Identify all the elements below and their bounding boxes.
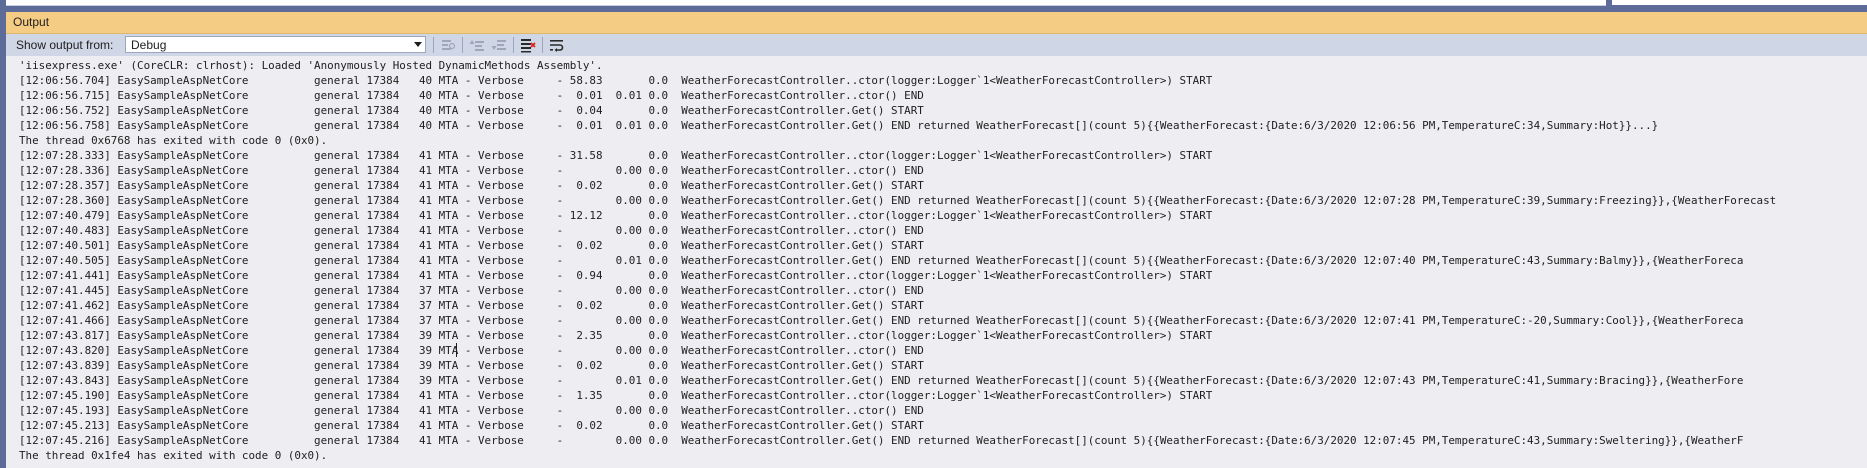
- log-line: [12:06:56.715] EasySampleAspNetCore gene…: [19, 89, 924, 102]
- log-line: 'iisexpress.exe' (CoreCLR: clrhost): Loa…: [19, 59, 603, 72]
- clear-all-icon: [521, 39, 536, 53]
- log-line: [12:07:40.505] EasySampleAspNetCore gene…: [19, 254, 1744, 267]
- toolbar-separator: [542, 37, 543, 53]
- log-line: The thread 0x6768 has exited with code 0…: [19, 134, 328, 147]
- log-line: [12:07:28.333] EasySampleAspNetCore gene…: [19, 149, 1213, 162]
- output-panel-title: Output: [13, 15, 50, 29]
- output-source-value: Debug: [131, 38, 167, 52]
- chevron-down-icon: [414, 42, 422, 47]
- log-line: [12:06:56.758] EasySampleAspNetCore gene…: [19, 119, 1659, 132]
- log-line: [12:06:56.704] EasySampleAspNetCore gene…: [19, 74, 1213, 87]
- log-line: [12:07:41.466] EasySampleAspNetCore gene…: [19, 314, 1744, 327]
- log-line: [12:07:41.462] EasySampleAspNetCore gene…: [19, 299, 924, 312]
- output-panel: Output Show output from: Debug 'iisexpre…: [6, 12, 1867, 468]
- toolbar-separator: [433, 37, 434, 53]
- log-line: [12:07:40.483] EasySampleAspNetCore gene…: [19, 224, 924, 237]
- output-source-dropdown[interactable]: Debug: [125, 36, 426, 53]
- log-line: [12:07:43.839] EasySampleAspNetCore gene…: [19, 359, 924, 372]
- output-log[interactable]: 'iisexpress.exe' (CoreCLR: clrhost): Loa…: [6, 57, 1867, 468]
- log-line: [12:07:41.441] EasySampleAspNetCore gene…: [19, 269, 1213, 282]
- go-previous-button[interactable]: [467, 36, 487, 54]
- log-line: [12:07:43.817] EasySampleAspNetCore gene…: [19, 329, 1213, 342]
- toolbar-separator: [462, 37, 463, 53]
- clear-all-button[interactable]: [518, 36, 538, 54]
- go-next-button[interactable]: [489, 36, 509, 54]
- ide-window: Output Show output from: Debug 'iisexpre…: [0, 0, 1867, 468]
- log-line: [12:07:28.336] EasySampleAspNetCore gene…: [19, 164, 924, 177]
- output-panel-title-bar[interactable]: Output: [6, 12, 1867, 34]
- show-output-from-label: Show output from:: [16, 38, 114, 52]
- toggle-word-wrap-button[interactable]: [547, 36, 567, 54]
- log-line: [12:07:45.216] EasySampleAspNetCore gene…: [19, 434, 1744, 447]
- go-previous-icon: [469, 40, 484, 51]
- go-next-icon: [491, 40, 506, 50]
- log-line: [12:07:28.357] EasySampleAspNetCore gene…: [19, 179, 924, 192]
- log-line: [12:07:41.445] EasySampleAspNetCore gene…: [19, 284, 924, 297]
- editor-top-strip: [0, 0, 1867, 10]
- log-line: [12:07:45.193] EasySampleAspNetCore gene…: [19, 404, 924, 417]
- log-line: The thread 0x1fe4 has exited with code 0…: [19, 449, 328, 462]
- toolbar-separator: [513, 37, 514, 53]
- log-line: [12:07:43.843] EasySampleAspNetCore gene…: [19, 374, 1744, 387]
- log-line: [12:07:43.820] EasySampleAspNetCore gene…: [19, 344, 924, 357]
- log-line: [12:07:40.479] EasySampleAspNetCore gene…: [19, 209, 1213, 222]
- log-line: [12:07:28.360] EasySampleAspNetCore gene…: [19, 194, 1777, 207]
- editor-side-area: [1612, 0, 1867, 5]
- find-message-button[interactable]: [438, 36, 458, 54]
- log-line: [12:07:40.501] EasySampleAspNetCore gene…: [19, 239, 924, 252]
- word-wrap-icon: [550, 40, 564, 52]
- log-line: [12:06:56.752] EasySampleAspNetCore gene…: [19, 104, 924, 117]
- output-toolbar: Show output from: Debug: [6, 34, 1867, 56]
- editor-tab-area: [6, 0, 1606, 6]
- find-message-icon: [442, 40, 456, 50]
- text-cursor: [456, 343, 457, 357]
- log-line: [12:07:45.213] EasySampleAspNetCore gene…: [19, 419, 924, 432]
- log-line: [12:07:45.190] EasySampleAspNetCore gene…: [19, 389, 1213, 402]
